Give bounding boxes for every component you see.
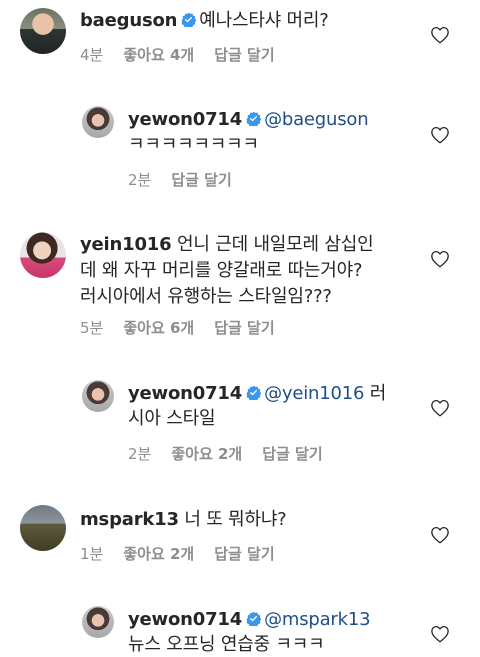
verified-badge-icon <box>246 111 261 126</box>
comment-body: ㅋㅋㅋㅋㅋㅋㅋㅋ <box>128 134 259 155</box>
mention-link[interactable]: @mspark13 <box>264 609 370 630</box>
timestamp: 2분 <box>128 171 152 189</box>
avatar[interactable] <box>20 505 66 551</box>
comment-meta: 1분 좋아요 2개 답글 달기 <box>80 543 275 564</box>
reply-button[interactable]: 답글 달기 <box>214 44 274 65</box>
comment-body: 러 <box>364 383 387 404</box>
mention-link[interactable]: @yein1016 <box>264 383 364 404</box>
timestamp: 4분 <box>80 46 104 64</box>
comment-text: yewon0714 @yein1016 러 시아 스타일 <box>128 381 386 431</box>
comment-body-line2: 시아 스타일 <box>128 408 216 429</box>
comment-text: yein1016 언니 근데 내일모레 삼십인 데 왜 자꾸 머리를 양갈래로 … <box>80 232 374 310</box>
comment-text: mspark13 너 또 뭐하냐? <box>80 507 287 532</box>
comment-text: yewon0714 @mspark13 뉴스 오프닝 연습중 ㅋㅋㅋ <box>128 607 371 657</box>
username[interactable]: mspark13 <box>80 509 179 530</box>
comment-meta: 4분 좋아요 4개 답글 달기 <box>80 44 275 65</box>
username[interactable]: yewon0714 <box>128 609 242 630</box>
reply-button[interactable]: 답글 달기 <box>214 317 274 338</box>
comment-meta: 2분 답글 달기 <box>128 169 232 190</box>
likes-count[interactable]: 좋아요 2개 <box>171 443 242 464</box>
username[interactable]: yewon0714 <box>128 109 242 130</box>
comment-body-line2: 뉴스 오프닝 연습중 ㅋㅋㅋ <box>128 634 325 655</box>
username[interactable]: baeguson <box>80 10 177 31</box>
avatar[interactable] <box>82 606 114 638</box>
comment-text: baeguson 예나스타샤 머리? <box>80 8 329 33</box>
likes-count[interactable]: 좋아요 4개 <box>123 44 194 65</box>
verified-badge-icon <box>246 611 261 626</box>
comment-text: yewon0714 @baeguson ㅋㅋㅋㅋㅋㅋㅋㅋ <box>128 107 369 157</box>
avatar[interactable] <box>82 106 114 138</box>
username[interactable]: yein1016 <box>80 234 172 255</box>
likes-count[interactable]: 좋아요 6개 <box>123 317 194 338</box>
heart-icon[interactable] <box>430 126 450 144</box>
comment-body-line2: 데 왜 자꾸 머리를 양갈래로 따는거야? <box>80 260 363 281</box>
heart-icon[interactable] <box>430 399 450 417</box>
avatar[interactable] <box>20 8 66 54</box>
comment-body: 너 또 뭐하냐? <box>184 509 287 530</box>
reply-button[interactable]: 답글 달기 <box>171 169 231 190</box>
avatar[interactable] <box>20 232 66 278</box>
reply-button[interactable]: 답글 달기 <box>262 443 322 464</box>
heart-icon[interactable] <box>430 526 450 544</box>
heart-icon[interactable] <box>430 250 450 268</box>
verified-badge-icon <box>246 385 261 400</box>
username[interactable]: yewon0714 <box>128 383 242 404</box>
heart-icon[interactable] <box>430 26 450 44</box>
timestamp: 1분 <box>80 545 104 563</box>
comment-body: 예나스타샤 머리? <box>199 10 329 31</box>
avatar[interactable] <box>82 380 114 412</box>
verified-badge-icon <box>181 12 196 27</box>
comment-body-line1: 언니 근데 내일모레 삼십인 <box>176 234 374 255</box>
reply-button[interactable]: 답글 달기 <box>214 543 274 564</box>
comment-meta: 5분 좋아요 6개 답글 달기 <box>80 317 275 338</box>
timestamp: 5분 <box>80 319 104 337</box>
mention-link[interactable]: @baeguson <box>264 109 369 130</box>
comment-meta: 2분 좋아요 2개 답글 달기 <box>128 443 323 464</box>
comment-body-line3: 러시아에서 유행하는 스타일임??? <box>80 286 332 307</box>
heart-icon[interactable] <box>430 625 450 643</box>
likes-count[interactable]: 좋아요 2개 <box>123 543 194 564</box>
timestamp: 2분 <box>128 445 152 463</box>
